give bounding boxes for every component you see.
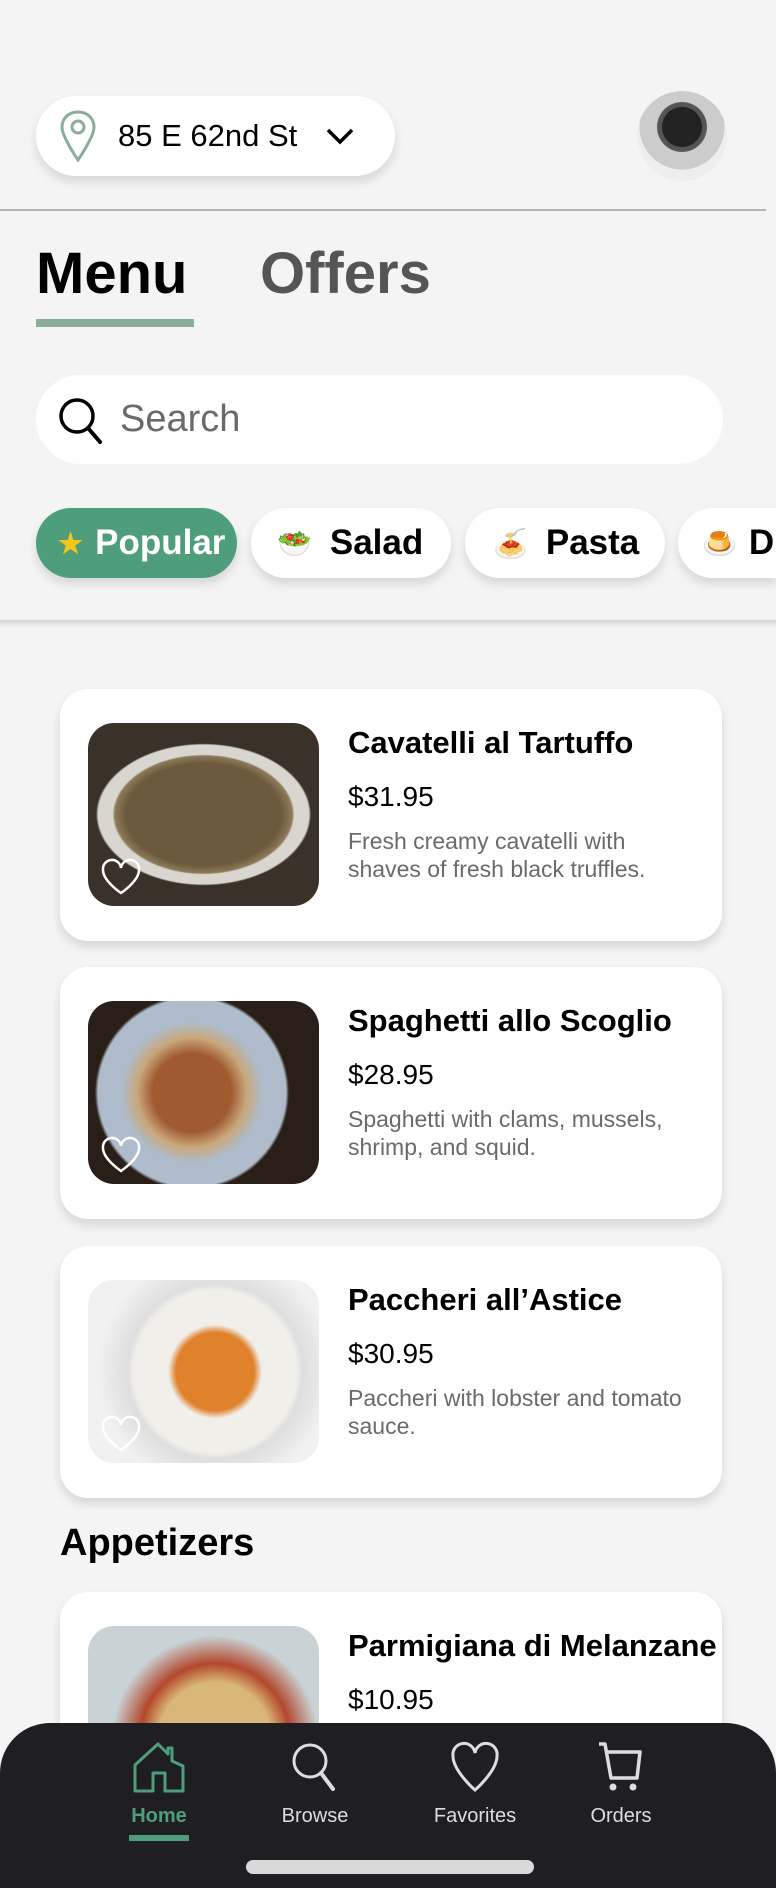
- category-popular[interactable]: ★ Popular: [36, 508, 237, 578]
- item-price: $28.95: [348, 1059, 434, 1090]
- location-pin-icon: [60, 110, 96, 163]
- category-salad[interactable]: 🥗 Salad: [251, 508, 451, 578]
- item-title: Paccheri all’Astice: [348, 1282, 622, 1317]
- item-description: Fresh creamy cavatelli with shaves of fr…: [348, 828, 646, 882]
- dish-image: [88, 723, 319, 906]
- item-description: Paccheri with lobster and tomato sauce.: [348, 1385, 682, 1439]
- active-tab-indicator: [36, 319, 194, 327]
- item-price: $10.95: [348, 1684, 434, 1715]
- home-icon: [133, 1742, 185, 1793]
- nav-browse[interactable]: Browse: [245, 1741, 385, 1828]
- salad-icon: 🥗: [277, 527, 312, 559]
- cart-icon: [599, 1742, 642, 1791]
- star-icon: ★: [58, 527, 84, 559]
- category-dessert[interactable]: 🍮 D: [678, 508, 776, 578]
- search-input[interactable]: [120, 398, 680, 441]
- dish-image: [88, 1001, 319, 1184]
- menu-item-card[interactable]: Cavatelli al Tartuffo $31.95 Fresh cream…: [60, 689, 722, 941]
- dish-image: [88, 1280, 319, 1463]
- nav-home[interactable]: Home: [89, 1741, 229, 1841]
- chevron-down-icon: [327, 128, 354, 145]
- pasta-icon: 🍝: [493, 527, 528, 559]
- heart-icon[interactable]: [100, 1415, 142, 1453]
- search-icon: [59, 397, 102, 444]
- search-icon: [292, 1743, 335, 1791]
- nav-favorites[interactable]: Favorites: [405, 1741, 545, 1828]
- section-heading-appetizers: Appetizers: [60, 1522, 255, 1564]
- location-selector[interactable]: 85 E 62nd St: [36, 96, 395, 176]
- menu-item-card[interactable]: Paccheri all’Astice $30.95 Paccheri with…: [60, 1246, 722, 1498]
- home-indicator[interactable]: [246, 1860, 534, 1874]
- heart-icon[interactable]: [100, 858, 142, 896]
- location-text: 85 E 62nd St: [118, 118, 298, 153]
- nav-orders[interactable]: Orders: [551, 1741, 691, 1828]
- item-price: $30.95: [348, 1338, 434, 1369]
- avatar[interactable]: [637, 91, 727, 181]
- divider: [0, 209, 766, 211]
- active-nav-indicator: [129, 1835, 189, 1841]
- category-pasta[interactable]: 🍝 Pasta: [465, 508, 665, 578]
- tab-menu[interactable]: Menu: [36, 240, 187, 307]
- item-description: Spaghetti with clams, mussels, shrimp, a…: [348, 1106, 663, 1160]
- dessert-icon: 🍮: [702, 527, 737, 559]
- item-title: Parmigiana di Melanzane: [348, 1628, 717, 1663]
- item-title: Cavatelli al Tartuffo: [348, 725, 634, 760]
- heart-icon[interactable]: [100, 1136, 142, 1174]
- heart-icon: [451, 1741, 499, 1792]
- item-title: Spaghetti allo Scoglio: [348, 1003, 672, 1038]
- menu-item-card[interactable]: Spaghetti allo Scoglio $28.95 Spaghetti …: [60, 967, 722, 1219]
- search-bar[interactable]: [36, 375, 723, 464]
- tab-offers[interactable]: Offers: [260, 240, 431, 307]
- header-shadow: [0, 620, 776, 628]
- item-price: $31.95: [348, 781, 434, 812]
